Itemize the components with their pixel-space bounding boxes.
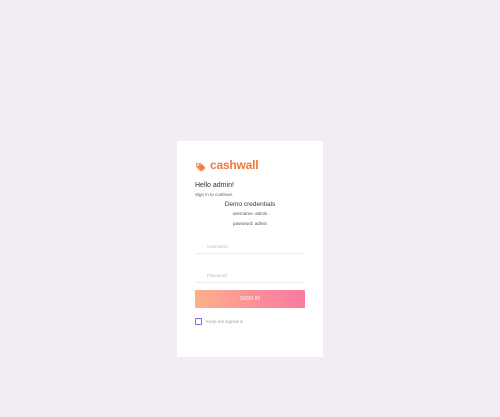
remember-me: Keep me signed in [195, 318, 305, 325]
username-input[interactable] [195, 244, 305, 254]
demo-password: password: admin [232, 221, 268, 226]
signin-subtitle: Sign in to continue. [195, 192, 234, 197]
password-field-wrapper [195, 264, 305, 289]
brand-name: cashwall [210, 158, 259, 172]
demo-username: username: admin [232, 211, 268, 216]
signin-button[interactable]: SIGN IN [195, 290, 305, 308]
username-field-wrapper [195, 235, 305, 260]
remember-label[interactable]: Keep me signed in [206, 318, 243, 325]
tag-icon [195, 160, 206, 171]
remember-checkbox[interactable] [195, 318, 202, 325]
password-input[interactable] [195, 273, 305, 283]
demo-credentials-title: Demo credentials [224, 201, 276, 208]
login-card: cashwall Hello admin! Sign in to continu… [177, 141, 323, 357]
brand-logo: cashwall [195, 158, 305, 172]
greeting-heading: Hello admin! [195, 182, 234, 189]
